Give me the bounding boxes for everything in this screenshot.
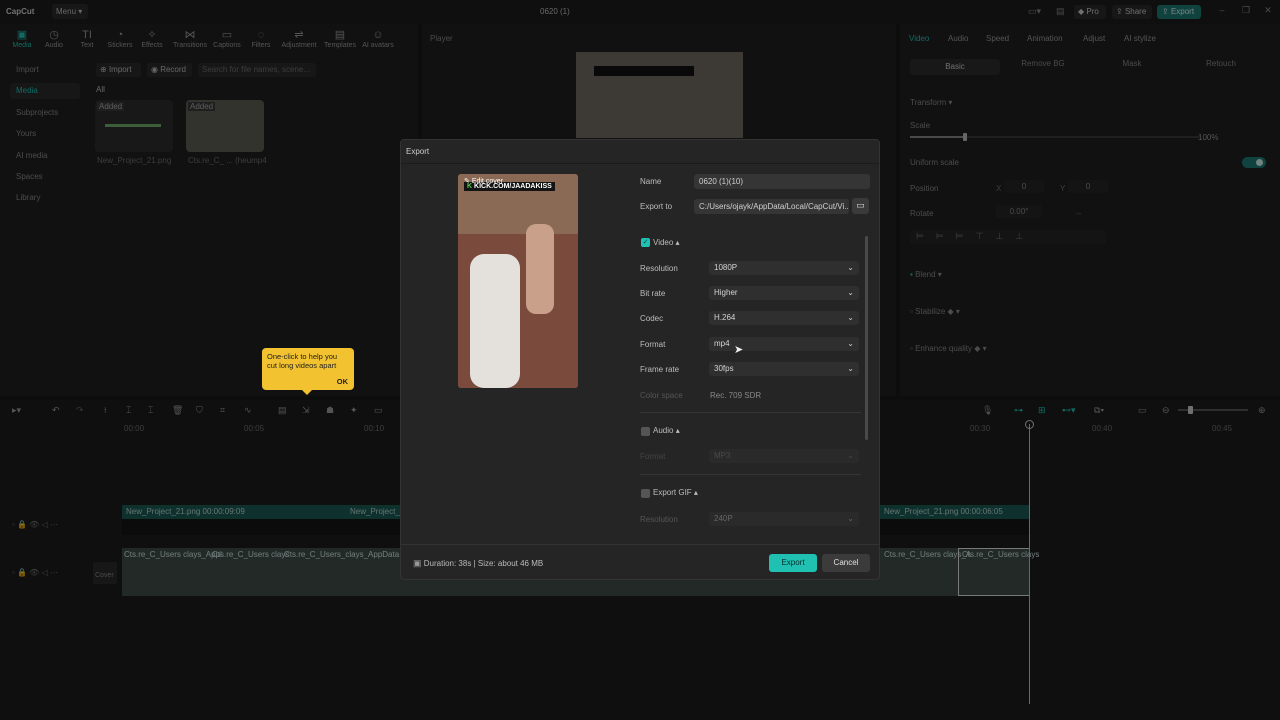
chevron-down-icon: ⌄ — [847, 451, 854, 460]
tooltip-tail — [302, 390, 312, 395]
resolution-value: 1080P — [714, 263, 738, 272]
gif-resolution-value: 240P — [714, 514, 733, 523]
section-divider — [640, 412, 861, 413]
chevron-down-icon: ⌄ — [847, 514, 854, 523]
gif-section-header[interactable]: Export GIF ▴ — [653, 488, 698, 497]
export-path-value: C:/Users/ojayk/AppData/Local/CapCut/Vi..… — [699, 202, 849, 211]
framerate-label: Frame rate — [640, 365, 680, 374]
export-button-label: Export — [781, 558, 805, 567]
cancel-button-label: Cancel — [833, 558, 859, 567]
tooltip-text: One-click to help you cut long videos ap… — [267, 352, 338, 370]
resolution-select[interactable]: 1080P ⌄ — [709, 261, 859, 275]
audio-section-label: Audio — [653, 426, 674, 435]
video-section-header[interactable]: Video ▴ — [653, 238, 680, 247]
framerate-value: 30fps — [714, 364, 734, 373]
codec-value: H.264 — [714, 313, 736, 322]
dialog-title: Export — [406, 147, 430, 156]
audio-format-label: Format — [640, 452, 666, 461]
audio-checkbox[interactable] — [641, 427, 650, 436]
export-info-text: Duration: 38s | Size: about 46 MB — [423, 559, 544, 568]
bitrate-label: Bit rate — [640, 289, 666, 298]
audio-section-header[interactable]: Audio ▴ — [653, 426, 680, 435]
audio-format-select[interactable]: MP3 ⌄ — [709, 449, 859, 463]
colorspace-label: Color space — [640, 391, 683, 400]
edit-cover-button[interactable]: ✎ Edit cover — [464, 177, 503, 185]
export-dialog: Export K KICK.COM/JAADAKISS ✎ Edit cover… — [400, 139, 880, 580]
chevron-down-icon: ⌄ — [847, 364, 854, 373]
cancel-button[interactable]: Cancel — [822, 554, 870, 572]
export-to-label: Export to — [640, 202, 673, 211]
gif-section-label: Export GIF — [653, 488, 692, 497]
preview-figure-man — [470, 254, 520, 388]
format-value: mp4 — [714, 339, 730, 348]
bitrate-value: Higher — [714, 288, 738, 297]
folder-icon[interactable]: ▭ — [852, 198, 869, 214]
export-info: ▣ Duration: 38s | Size: about 46 MB — [413, 558, 543, 569]
video-section-label: Video — [653, 238, 674, 247]
name-input[interactable]: 0620 (1)(10) — [694, 174, 870, 189]
gif-checkbox[interactable] — [641, 489, 650, 498]
film-icon: ▣ — [413, 558, 422, 568]
export-path-input[interactable]: C:/Users/ojayk/AppData/Local/CapCut/Vi..… — [694, 199, 849, 214]
tooltip-ok-button[interactable]: OK — [337, 377, 348, 386]
bitrate-select[interactable]: Higher ⌄ — [709, 286, 859, 300]
mouse-cursor-icon: ➤ — [734, 344, 744, 356]
section-divider — [640, 474, 861, 475]
name-label: Name — [640, 177, 662, 186]
colorspace-value: Rec. 709 SDR — [710, 391, 762, 400]
chevron-down-icon: ⌄ — [847, 313, 854, 322]
format-select[interactable]: mp4 ⌄ — [709, 337, 859, 351]
name-value: 0620 (1)(10) — [699, 177, 744, 186]
resolution-label: Resolution — [640, 264, 678, 273]
export-button[interactable]: Export — [769, 554, 817, 572]
video-checkbox[interactable]: ✓ — [641, 238, 650, 247]
edit-cover-label: Edit cover — [471, 178, 503, 185]
preview-figure-woman — [526, 224, 554, 314]
gif-resolution-select[interactable]: 240P ⌄ — [709, 512, 859, 526]
codec-select[interactable]: H.264 ⌄ — [709, 311, 859, 325]
chevron-down-icon: ⌄ — [847, 263, 854, 272]
gif-resolution-label: Resolution — [640, 515, 678, 524]
chevron-down-icon: ⌄ — [847, 288, 854, 297]
framerate-select[interactable]: 30fps ⌄ — [709, 362, 859, 376]
codec-label: Codec — [640, 314, 664, 323]
format-label: Format — [640, 340, 666, 349]
split-tooltip: One-click to help you cut long videos ap… — [262, 348, 354, 395]
audio-format-value: MP3 — [714, 451, 731, 460]
dialog-header-divider — [401, 163, 879, 164]
chevron-down-icon: ⌄ — [847, 339, 854, 348]
dialog-scrollbar[interactable] — [865, 236, 868, 440]
export-preview: K KICK.COM/JAADAKISS ✎ Edit cover — [458, 174, 578, 388]
